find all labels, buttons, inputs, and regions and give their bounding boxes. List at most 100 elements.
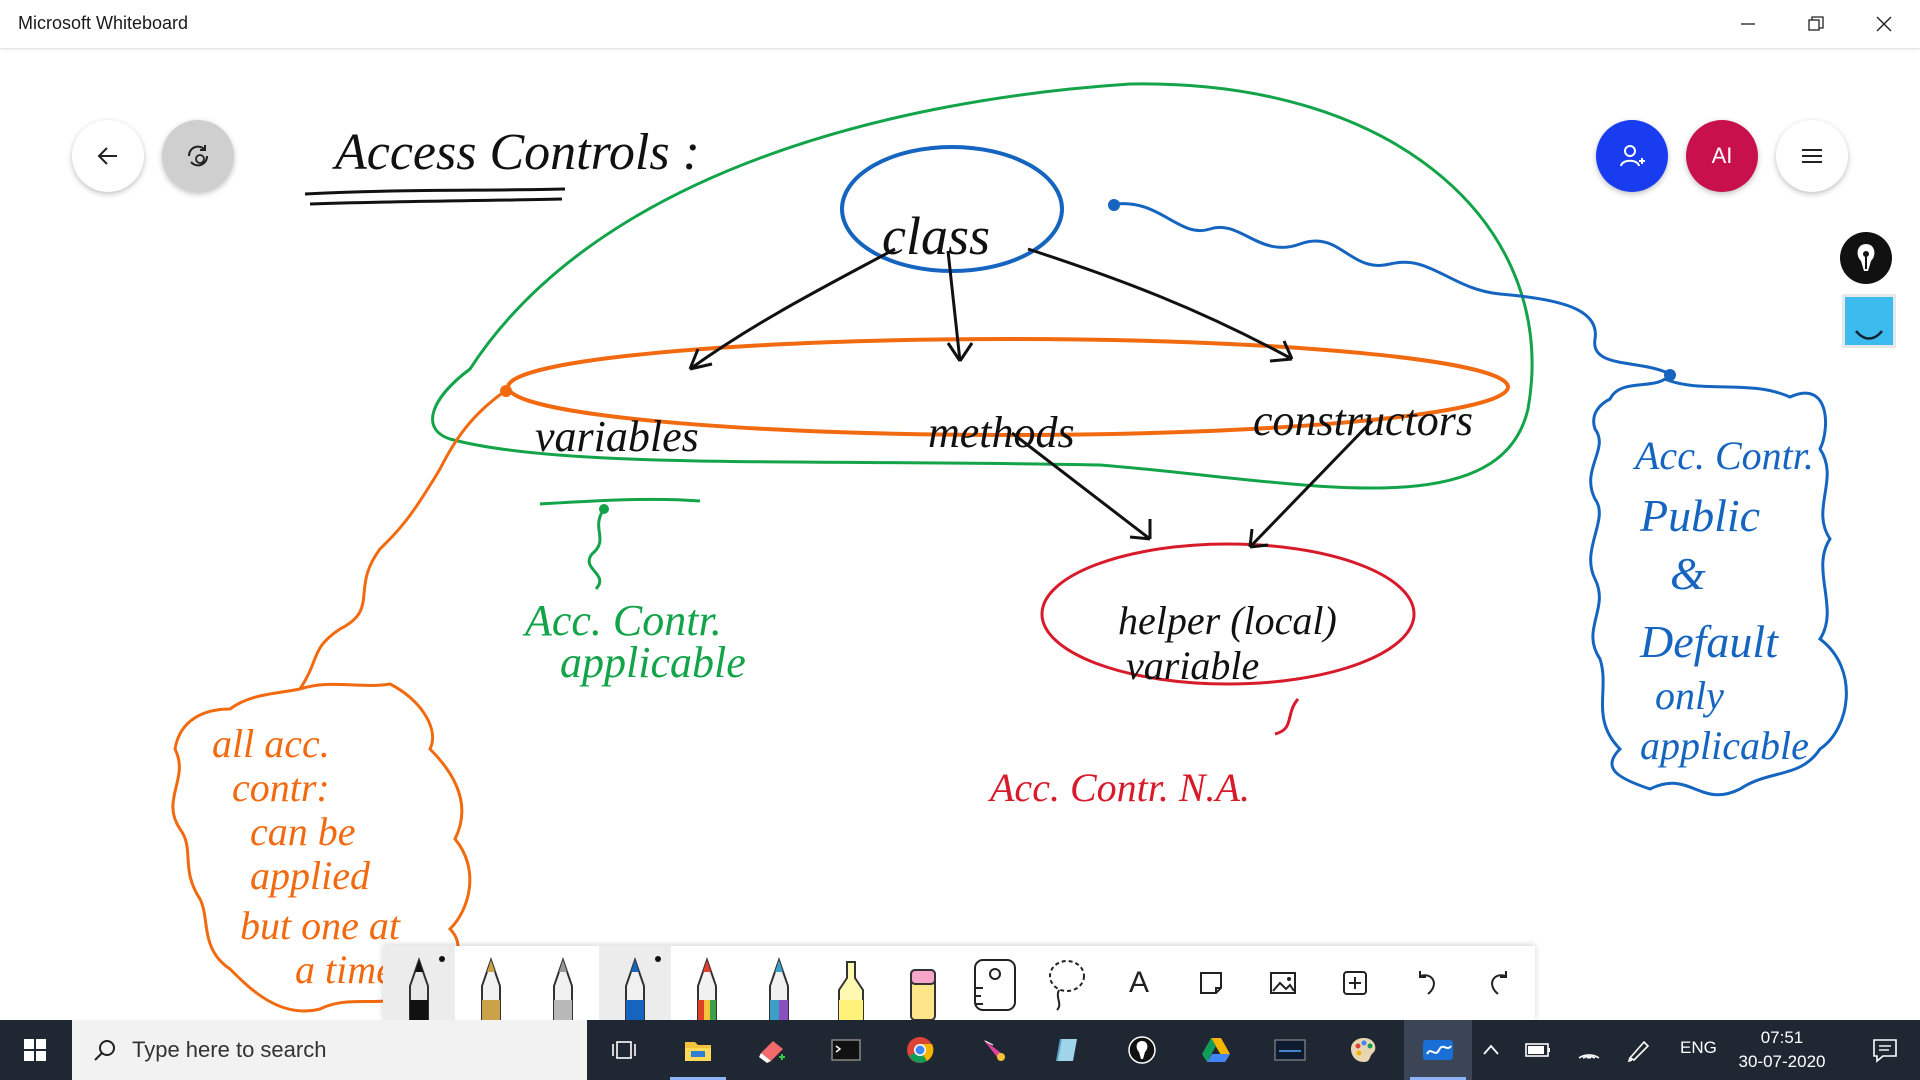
- pen-nib-icon: [1857, 244, 1875, 271]
- start-button[interactable]: [0, 1020, 70, 1080]
- back-button[interactable]: [72, 120, 144, 192]
- close-button[interactable]: [1844, 0, 1920, 48]
- pen-galaxy[interactable]: [743, 946, 815, 1020]
- mysql-app[interactable]: [1256, 1020, 1324, 1080]
- pen-rainbow[interactable]: [671, 946, 743, 1020]
- clock-date: 30-07-2020: [1738, 1052, 1826, 1071]
- notification-center-button[interactable]: [1850, 1020, 1920, 1080]
- blue-connector: [1115, 202, 1671, 376]
- pen-workspace-icon[interactable]: [1626, 1038, 1652, 1062]
- orange-note-3: can be: [250, 809, 356, 854]
- blue-note-1: Acc. Contr.: [1632, 433, 1814, 478]
- class-label: class: [882, 206, 990, 266]
- orange-note-4: applied: [250, 853, 371, 898]
- taskbar-search[interactable]: Type here to search: [72, 1020, 587, 1080]
- mysql-icon: [1274, 1039, 1306, 1061]
- heading-text: Access Controls :: [332, 124, 700, 181]
- notes-app[interactable]: [1034, 1020, 1102, 1080]
- chrome-icon: [907, 1037, 934, 1063]
- eraser-paint-icon: [759, 1041, 785, 1063]
- image-tool[interactable]: [1247, 946, 1319, 1020]
- terminal-icon: [831, 1039, 861, 1061]
- highlighter-icon: [838, 961, 864, 1020]
- paint-3d-app[interactable]: [738, 1020, 806, 1080]
- red-note: Acc. Contr. N.A.: [987, 765, 1250, 810]
- redo-button[interactable]: [1463, 946, 1535, 1020]
- green-note-line2: applicable: [560, 638, 746, 687]
- helper-label: helper (local): [1118, 598, 1337, 643]
- blue-note-2: Public: [1639, 490, 1760, 541]
- eraser[interactable]: [887, 946, 959, 1020]
- pen-black[interactable]: [383, 946, 455, 1020]
- user-avatar[interactable]: AI: [1686, 120, 1758, 192]
- sync-icon: [187, 145, 209, 167]
- wifi-icon[interactable]: [1576, 1038, 1602, 1062]
- highlighter[interactable]: [815, 946, 887, 1020]
- rocket-app[interactable]: [960, 1020, 1028, 1080]
- search-placeholder: Type here to search: [132, 1037, 327, 1062]
- ink-layer: Access Controls : class variables method…: [171, 82, 1848, 1013]
- terminal-app[interactable]: [812, 1020, 880, 1080]
- ruler-icon: [974, 959, 1016, 1011]
- blue-note-6: applicable: [1640, 723, 1809, 768]
- pen-gold[interactable]: [455, 946, 527, 1020]
- battery-icon[interactable]: [1524, 1040, 1552, 1060]
- language-indicator[interactable]: ENG: [1680, 1038, 1717, 1058]
- notebook-icon: [1056, 1038, 1077, 1062]
- pen-icon: [625, 956, 645, 1020]
- clock-time: 07:51: [1760, 1028, 1804, 1047]
- chrome-app[interactable]: [886, 1020, 954, 1080]
- arrow-left-icon: [97, 147, 117, 165]
- smile-icon: [1855, 330, 1883, 340]
- ink-mode-button[interactable]: [1840, 232, 1892, 284]
- invite-button[interactable]: [1596, 120, 1668, 192]
- orange-connector: [298, 389, 506, 690]
- notification-icon: [1873, 1039, 1897, 1063]
- sticky-note-tool[interactable]: [1175, 946, 1247, 1020]
- task-view-button[interactable]: [590, 1020, 658, 1080]
- ruler-tool[interactable]: [959, 946, 1031, 1020]
- pen-icon: [769, 956, 789, 1020]
- sticky-note-button[interactable]: [1842, 294, 1896, 348]
- settings-menu-button[interactable]: [1776, 120, 1848, 192]
- minimize-icon: [1741, 23, 1755, 25]
- orange-note-5: but one at: [240, 903, 401, 948]
- undo-button[interactable]: [1391, 946, 1463, 1020]
- variable-label: variable: [1126, 643, 1259, 688]
- folder-icon: [685, 1042, 711, 1061]
- clock[interactable]: 07:51 30-07-2020: [1730, 1026, 1834, 1074]
- pen-blue[interactable]: [599, 946, 671, 1020]
- title-bar: Microsoft Whiteboard: [0, 0, 1920, 49]
- insert-tool[interactable]: [1319, 946, 1391, 1020]
- redo-icon: [1491, 971, 1507, 995]
- orange-note-1: all acc.: [212, 721, 330, 766]
- selected-dot: [439, 956, 445, 962]
- note-icon: [1200, 972, 1222, 994]
- pen-silver[interactable]: [527, 946, 599, 1020]
- file-explorer-app[interactable]: [664, 1020, 732, 1080]
- whiteboard-app[interactable]: [1404, 1020, 1472, 1080]
- taskbar: Type here to search ENG 07:51 30-07-2020: [0, 1020, 1920, 1080]
- variables-label: variables: [535, 412, 699, 461]
- plus-box-icon: [1343, 971, 1367, 995]
- pen-icon: [697, 956, 717, 1020]
- pen-icon: [481, 956, 501, 1020]
- methods-label: methods: [928, 408, 1075, 457]
- lasso-tool[interactable]: [1031, 946, 1103, 1020]
- google-drive-app[interactable]: [1182, 1020, 1250, 1080]
- close-icon: [1876, 16, 1892, 32]
- eraser-icon: [910, 969, 936, 1020]
- chevron-up-icon[interactable]: [1480, 1040, 1502, 1060]
- sync-button[interactable]: [162, 120, 234, 192]
- text-tool[interactable]: A: [1103, 946, 1175, 1020]
- ink-app[interactable]: [1108, 1020, 1176, 1080]
- drive-icon: [1202, 1038, 1230, 1062]
- whiteboard-canvas[interactable]: Access Controls : class variables method…: [0, 49, 1920, 1019]
- add-person-icon: [1620, 145, 1645, 167]
- ink-toolbar: A: [383, 946, 1535, 1020]
- pen-icon: [409, 956, 429, 1020]
- paint-app[interactable]: [1330, 1020, 1398, 1080]
- selected-dot: [655, 956, 661, 962]
- blue-note-3: &: [1670, 548, 1706, 599]
- lasso-icon: [1049, 960, 1085, 1011]
